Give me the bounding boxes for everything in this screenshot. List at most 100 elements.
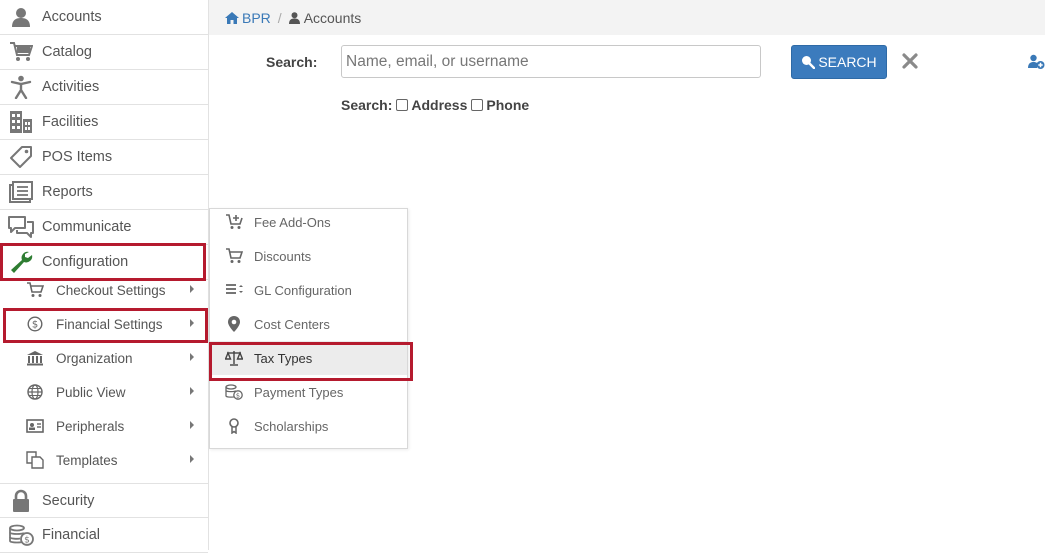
clear-search-button[interactable] [901,52,919,70]
menu-item-label: Payment Types [254,384,344,400]
menu-item-scholarships[interactable]: Scholarships [210,409,407,443]
breadcrumb-home[interactable]: BPR [225,10,271,26]
sidebar-item-pos-items[interactable]: POS Items [0,140,208,175]
sidebar-subitem-label: Financial Settings [56,316,163,332]
building-icon [7,108,35,136]
phone-checkbox-label: Phone [486,97,530,113]
menu-item-fee-add-ons[interactable]: Fee Add-Ons [210,205,407,239]
sidebar-item-label: Activities [42,79,100,95]
sidebar-item-financial[interactable]: $ Financial [0,518,208,553]
menu-item-discounts[interactable]: Discounts [210,239,407,273]
sidebar-item-security[interactable]: Security [0,483,208,518]
caret-right-icon [190,455,194,463]
scale-icon [225,349,243,367]
sidebar-subitem-label: Organization [56,350,133,366]
menu-item-label: Tax Types [254,350,313,366]
institution-icon [26,349,44,367]
address-checkbox-label: Address [411,97,468,113]
reports-icon [7,178,35,206]
breadcrumb: BPR / Accounts [209,0,1045,35]
breadcrumb-home-label: BPR [242,9,271,26]
caret-right-icon [190,421,194,429]
menu-item-label: GL Configuration [254,282,352,298]
sidebar-subitem-label: Peripherals [56,418,125,434]
address-checkbox[interactable] [396,99,409,111]
chat-icon [7,213,35,241]
sidebar-item-label: POS Items [42,149,113,165]
sidebar-item-label: Communicate [42,219,132,235]
svg-text:$: $ [236,392,240,400]
award-icon [225,417,243,435]
add-account-button[interactable] [1028,54,1045,70]
cart-icon [225,247,243,265]
map-marker-icon [225,315,243,333]
search-options-label: Search: [341,97,393,113]
sidebar-subitem-templates[interactable]: Templates [0,443,208,477]
phone-checkbox[interactable] [471,99,484,111]
sidebar-subitem-checkout-settings[interactable]: Checkout Settings [0,273,208,307]
sidebar-item-label: Accounts [42,9,102,25]
caret-right-icon [190,353,194,361]
menu-item-label: Cost Centers [254,316,330,332]
search-input[interactable] [341,45,761,78]
sidebar-item-label: Facilities [42,114,99,130]
home-icon [225,11,239,24]
cart-plus-icon [225,213,243,231]
close-icon [902,53,918,69]
search-icon [801,55,816,69]
sidebar-subitem-label: Public View [56,384,126,400]
dollar-circle-icon: $ [26,315,44,333]
sidebar-item-activities[interactable]: Activities [0,70,208,105]
user-icon [288,11,300,24]
svg-text:$: $ [24,536,30,546]
menu-item-gl-configuration[interactable]: GL Configuration [210,273,407,307]
svg-text:$: $ [32,320,38,331]
sidebar-item-facilities[interactable]: Facilities [0,105,208,140]
id-card-icon [26,417,44,435]
search-button[interactable]: SEARCH [791,45,887,79]
breadcrumb-separator: / [277,9,282,26]
sidebar-subitem-peripherals[interactable]: Peripherals [0,409,208,443]
money-icon: $ [225,383,243,401]
search-options: Search: Address Phone [341,97,529,113]
sidebar: Accounts Catalog Activities Facilities P… [0,0,209,553]
sidebar-subitem-label: Templates [56,452,118,468]
sidebar-subitem-organization[interactable]: Organization [0,341,208,375]
menu-item-label: Discounts [254,248,312,264]
search-label: Search: [266,54,318,70]
sidebar-item-label: Configuration [42,254,129,270]
financial-settings-flyout: Fee Add-Ons Discounts GL Configuration C… [209,208,408,449]
sidebar-subitem-label: Checkout Settings [56,282,166,298]
menu-item-cost-centers[interactable]: Cost Centers [210,307,407,341]
sidebar-item-label: Financial [42,527,101,543]
globe-icon [26,383,44,401]
sidebar-item-communicate[interactable]: Communicate [0,210,208,245]
sidebar-subitem-financial-settings[interactable]: $ Financial Settings [0,307,208,341]
wrench-icon [7,248,35,276]
caret-right-icon [190,387,194,395]
sidebar-item-label: Security [42,492,95,509]
copy-icon [26,451,44,469]
sidebar-item-reports[interactable]: Reports [0,175,208,210]
lock-icon [7,487,35,515]
cart-icon [26,281,44,299]
sidebar-item-catalog[interactable]: Catalog [0,35,208,70]
list-sort-icon [225,281,243,299]
caret-right-icon [190,319,194,327]
tag-icon [7,143,35,171]
sidebar-item-accounts[interactable]: Accounts [0,0,208,35]
cart-icon [7,38,35,66]
menu-item-tax-types[interactable]: Tax Types [210,341,407,375]
breadcrumb-current: Accounts [288,9,362,26]
menu-item-payment-types[interactable]: $ Payment Types [210,375,407,409]
coins-icon: $ [7,521,35,549]
menu-item-label: Fee Add-Ons [254,214,331,230]
breadcrumb-current-label: Accounts [303,9,362,26]
person-activity-icon [7,73,35,101]
caret-right-icon [190,285,194,293]
sidebar-subitem-public-view[interactable]: Public View [0,375,208,409]
sidebar-item-label: Catalog [42,44,92,60]
add-user-icon [1028,54,1045,69]
user-icon [7,3,35,31]
sidebar-item-label: Reports [42,184,93,200]
